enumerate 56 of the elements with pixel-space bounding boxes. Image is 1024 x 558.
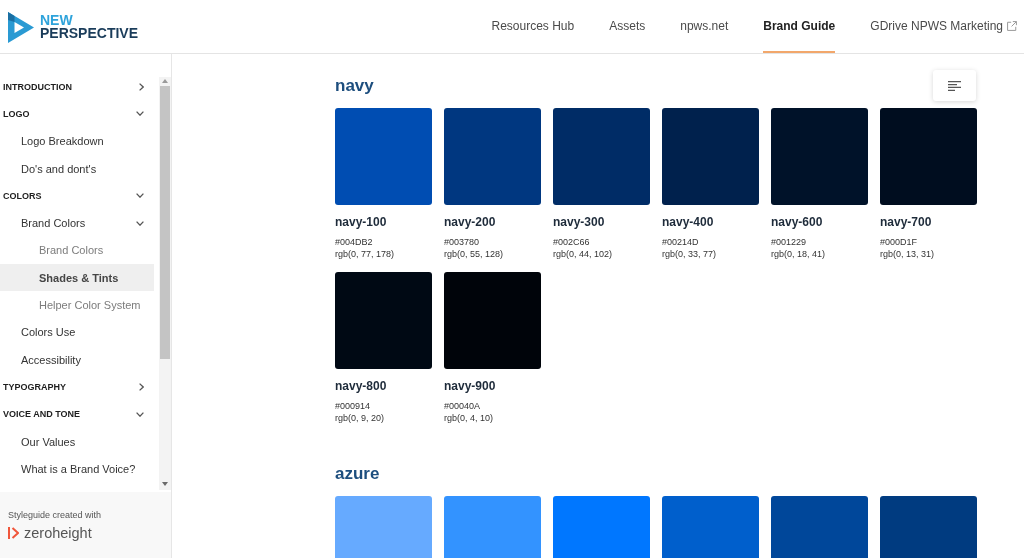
section-header[interactable]: INTRODUCTION bbox=[0, 73, 154, 101]
swatch-name: navy-200 bbox=[444, 214, 496, 230]
sidebar-item[interactable]: Brand Colors bbox=[0, 209, 154, 237]
sidebar-item[interactable]: Colors Use bbox=[0, 318, 154, 346]
rgb-value: rgb(0, 33, 77) bbox=[662, 248, 717, 260]
sidebar-item[interactable]: What is a Brand Voice? bbox=[0, 455, 154, 483]
swatch-name: navy-900 bbox=[444, 378, 496, 394]
triangle-logo-icon bbox=[8, 10, 34, 43]
sidebar-item[interactable]: Helper Color System bbox=[0, 291, 154, 319]
swatch-name: navy-700 bbox=[880, 214, 932, 230]
hex-code: #00040A bbox=[444, 400, 481, 412]
sidebar-item[interactable]: Brand Colors bbox=[0, 236, 154, 265]
logo[interactable]: NEW PERSPECTIVE bbox=[0, 10, 139, 43]
contents-button[interactable] bbox=[933, 70, 976, 101]
sidebar-item[interactable]: Logo Breakdown bbox=[0, 127, 154, 155]
swatch-name: navy-600 bbox=[771, 214, 823, 230]
zeroheight-logo[interactable]: zeroheight bbox=[8, 525, 92, 541]
sidebar-item[interactable]: Do's and dont's bbox=[0, 154, 154, 183]
rgb-value: rgb(0, 9, 20) bbox=[335, 412, 385, 424]
lines-icon bbox=[948, 80, 961, 91]
caret-down-icon[interactable] bbox=[162, 482, 168, 486]
hex-code: #004DB2 bbox=[335, 236, 373, 248]
footer-caption: Styleguide created with bbox=[8, 510, 102, 521]
swatch-name: navy-300 bbox=[553, 214, 605, 230]
nav-tab[interactable]: Brand Guide bbox=[763, 0, 836, 53]
rgb-value: rgb(0, 77, 178) bbox=[335, 248, 395, 260]
swatch-name: navy-400 bbox=[662, 214, 714, 230]
hex-code: #002C66 bbox=[553, 236, 590, 248]
section-header[interactable]: LOGO bbox=[0, 100, 154, 128]
swatch-name: navy-800 bbox=[335, 378, 387, 394]
chevron-bar-logo-icon bbox=[8, 526, 19, 540]
section-header[interactable]: TYPOGRAPHY bbox=[0, 373, 154, 401]
hex-code: #003780 bbox=[444, 236, 480, 248]
sidebar-item[interactable]: Shades & Tints bbox=[0, 264, 154, 292]
nav-tab[interactable]: Assets bbox=[609, 0, 646, 53]
rgb-value: rgb(0, 55, 128) bbox=[444, 248, 504, 260]
palette-heading: azure bbox=[335, 462, 380, 485]
swatch-name: navy-100 bbox=[335, 214, 387, 230]
rgb-value: rgb(0, 18, 41) bbox=[771, 248, 826, 260]
rgb-value: rgb(0, 13, 31) bbox=[880, 248, 935, 260]
nav-tab[interactable]: Resources Hub bbox=[491, 0, 575, 53]
sidebar-item[interactable]: Our Values bbox=[0, 427, 154, 456]
section-header[interactable]: COLORS bbox=[0, 182, 154, 210]
nav-tab[interactable]: GDrive NPWS Marketing bbox=[870, 0, 1017, 53]
caret-up-icon[interactable] bbox=[162, 79, 168, 83]
nav-tab[interactable]: npws.net bbox=[680, 0, 729, 53]
palette-heading: navy bbox=[335, 74, 374, 97]
hex-code: #001229 bbox=[771, 236, 807, 248]
sidebar-item[interactable]: Accessibility bbox=[0, 345, 154, 374]
scrollbar-thumb[interactable] bbox=[160, 86, 170, 359]
hex-code: #000D1F bbox=[880, 236, 918, 248]
hex-code: #000914 bbox=[335, 400, 371, 412]
section-header[interactable]: VOICE AND TONE bbox=[0, 400, 154, 428]
rgb-value: rgb(0, 44, 102) bbox=[553, 248, 613, 260]
hex-code: #00214D bbox=[662, 236, 699, 248]
rgb-value: rgb(0, 4, 10) bbox=[444, 412, 494, 424]
